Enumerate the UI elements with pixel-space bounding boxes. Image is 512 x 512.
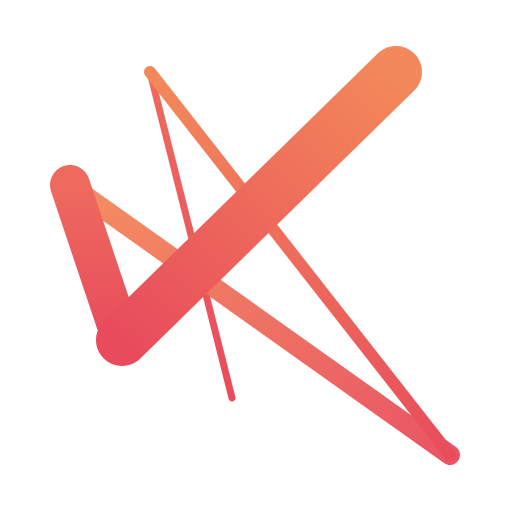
abstract-star-logo-icon	[50, 46, 460, 465]
app-icon-canvas	[0, 0, 512, 512]
